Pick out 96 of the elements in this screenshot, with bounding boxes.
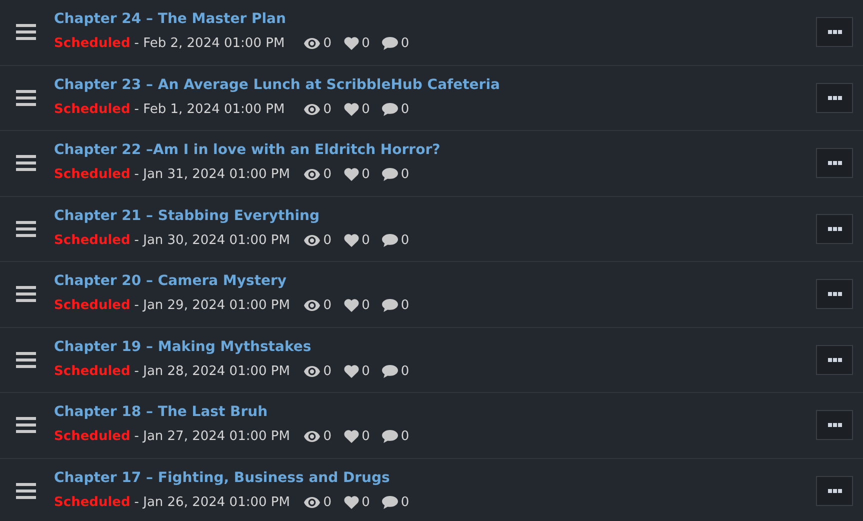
views-count: 0 — [323, 35, 332, 53]
comments-count: 0 — [400, 494, 410, 512]
eye-icon — [304, 300, 320, 312]
chapter-title-link[interactable]: Chapter 21 – Stabbing Everything — [54, 206, 320, 226]
more-options-button[interactable] — [816, 17, 853, 48]
status-label: Scheduled — [54, 100, 130, 118]
status-label: Scheduled — [54, 297, 130, 315]
chapter-title-link[interactable]: Chapter 17 – Fighting, Business and Drugs — [54, 468, 390, 488]
chapter-title-link[interactable]: Chapter 22 –Am I in love with an Eldritch Horror? — [54, 140, 440, 161]
more-options-button[interactable] — [816, 279, 853, 310]
drag-handle-icon[interactable] — [16, 352, 36, 368]
date-text: - Feb 2, 2024 01:00 PM — [134, 35, 286, 53]
eye-icon — [304, 169, 320, 180]
status-label: Scheduled — [54, 166, 130, 184]
drag-handle-icon[interactable] — [16, 286, 36, 302]
status-label: Scheduled — [54, 232, 130, 250]
eye-icon — [304, 431, 320, 442]
eye-icon — [304, 234, 320, 246]
heart-icon — [344, 299, 359, 312]
status-label: Scheduled — [54, 428, 130, 446]
eye-icon — [304, 366, 320, 377]
comments-count: 0 — [400, 428, 410, 446]
comment-icon — [382, 364, 398, 378]
chapter-title-link[interactable]: Chapter 24 – The Master Plan — [54, 9, 286, 30]
date-text: - Jan 31, 2024 01:00 PM — [134, 166, 291, 184]
heart-icon — [344, 496, 359, 509]
views-count: 0 — [323, 166, 332, 184]
ellipsis-icon — [828, 161, 842, 166]
ellipsis-icon — [828, 96, 842, 100]
date-text: - Jan 26, 2024 01:00 PM — [134, 494, 291, 512]
likes-count: 0 — [362, 362, 370, 380]
ellipsis-icon — [828, 358, 842, 362]
heart-icon — [344, 168, 359, 182]
more-options-button[interactable] — [816, 410, 853, 440]
ellipsis-icon — [828, 488, 842, 493]
eye-icon — [304, 496, 320, 508]
likes-count: 0 — [362, 232, 370, 250]
eye-icon — [304, 104, 320, 115]
heart-icon — [344, 430, 359, 444]
more-options-button[interactable] — [816, 148, 853, 178]
date-text: - Feb 1, 2024 01:00 PM — [134, 100, 286, 118]
ellipsis-icon — [828, 226, 842, 231]
comment-icon — [382, 496, 398, 509]
comments-count: 0 — [400, 100, 410, 118]
more-options-button[interactable] — [816, 476, 853, 506]
comment-icon — [382, 430, 398, 444]
likes-count: 0 — [362, 428, 370, 446]
views-count: 0 — [323, 100, 332, 118]
comments-count: 0 — [400, 362, 410, 380]
date-text: - Jan 28, 2024 01:00 PM — [134, 362, 291, 380]
heart-icon — [344, 102, 359, 116]
heart-icon — [344, 364, 359, 378]
drag-handle-icon[interactable] — [16, 482, 36, 499]
comments-count: 0 — [400, 35, 410, 53]
likes-count: 0 — [362, 35, 370, 53]
comment-icon — [382, 37, 398, 50]
comment-icon — [382, 102, 398, 116]
drag-handle-icon[interactable] — [16, 24, 36, 40]
drag-handle-icon[interactable] — [16, 417, 36, 434]
chapter-title-link[interactable]: Chapter 23 – An Average Lunch at ScribbleHub Cafeteria — [54, 74, 500, 96]
views-count: 0 — [323, 232, 332, 250]
comments-count: 0 — [400, 166, 410, 184]
comment-icon — [382, 234, 398, 247]
ellipsis-icon — [828, 423, 842, 428]
heart-icon — [344, 37, 359, 50]
chapter-title-link[interactable]: Chapter 19 – Making Mythstakes — [54, 336, 312, 358]
views-count: 0 — [323, 297, 332, 315]
status-label: Scheduled — [54, 35, 130, 53]
views-count: 0 — [323, 362, 332, 380]
date-text: - Jan 27, 2024 01:00 PM — [134, 428, 291, 446]
comment-icon — [382, 299, 398, 312]
more-options-button[interactable] — [816, 214, 853, 244]
drag-handle-icon[interactable] — [16, 220, 36, 237]
comment-icon — [382, 168, 398, 182]
more-options-button[interactable] — [816, 344, 853, 375]
likes-count: 0 — [362, 166, 370, 184]
ellipsis-icon — [828, 292, 842, 296]
heart-icon — [344, 234, 359, 247]
comments-count: 0 — [400, 297, 410, 315]
date-text: - Jan 30, 2024 01:00 PM — [134, 232, 291, 250]
drag-handle-icon[interactable] — [16, 155, 36, 172]
views-count: 0 — [323, 428, 332, 446]
status-label: Scheduled — [54, 494, 130, 512]
likes-count: 0 — [362, 100, 370, 118]
ellipsis-icon — [828, 30, 842, 34]
drag-handle-icon[interactable] — [16, 90, 36, 106]
likes-count: 0 — [362, 297, 370, 315]
eye-icon — [304, 38, 320, 50]
likes-count: 0 — [362, 494, 370, 512]
chapter-title-link[interactable]: Chapter 18 – The Last Bruh — [54, 402, 268, 423]
status-label: Scheduled — [54, 362, 130, 380]
comments-count: 0 — [400, 232, 410, 250]
more-options-button[interactable] — [816, 82, 853, 113]
chapter-title-link[interactable]: Chapter 20 – Camera Mystery — [54, 271, 287, 292]
date-text: - Jan 29, 2024 01:00 PM — [134, 297, 291, 315]
views-count: 0 — [323, 494, 332, 512]
